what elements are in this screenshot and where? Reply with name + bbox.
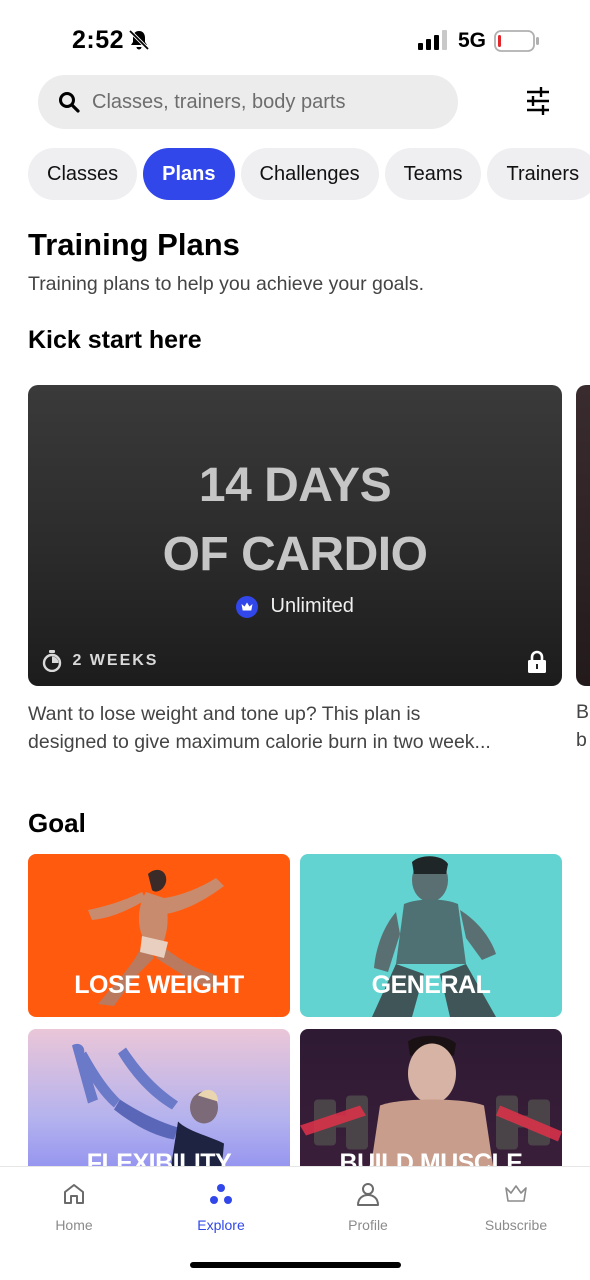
tab-plans[interactable]: Plans <box>143 148 235 200</box>
goal-label-general: GENERAL <box>371 971 491 999</box>
plan-title-line1: 14 DAYS <box>198 459 392 512</box>
goal-label-lose-weight: LOSE WEIGHT <box>74 971 244 999</box>
search-input[interactable] <box>92 75 442 129</box>
nav-subscribe-label: Subscribe <box>484 1217 548 1233</box>
plan-description: Want to lose weight and tone up? This pl… <box>28 700 558 756</box>
category-tabs: Classes Plans Challenges Teams Trainers <box>28 148 590 202</box>
profile-icon <box>357 1183 379 1206</box>
section-heading-goal: Goal <box>28 808 86 838</box>
filter-sliders-icon[interactable] <box>520 84 556 118</box>
tab-teams[interactable]: Teams <box>384 148 482 200</box>
nav-home[interactable]: Home <box>19 1181 129 1233</box>
explore-icon <box>210 1184 232 1204</box>
goal-tile-general[interactable]: GENERAL <box>300 854 562 1017</box>
plan-duration-label: 2 WEEKS <box>72 652 159 669</box>
battery-icon <box>494 30 539 52</box>
home-indicator <box>190 1262 401 1268</box>
unlimited-badge: Unlimited <box>28 595 562 618</box>
goal-tile-flexibility[interactable]: FLEXIBILITY <box>28 1029 290 1179</box>
page-title: Training Plans <box>28 227 240 262</box>
plan-duration: 2 WEEKS <box>42 650 158 672</box>
goal-tile-lose-weight[interactable]: LOSE WEIGHT <box>28 854 290 1017</box>
plan-description-line2: designed to give maximum calorie burn in… <box>28 731 491 753</box>
section-heading-kick-start: Kick start here <box>28 326 202 354</box>
network-type: 5G <box>458 29 487 52</box>
search-icon <box>59 92 80 113</box>
next-plan-card-peek[interactable] <box>576 385 590 686</box>
page-subtitle: Training plans to help you achieve your … <box>28 273 425 295</box>
unlimited-label: Unlimited <box>270 595 354 617</box>
stopwatch-icon <box>42 650 62 672</box>
nav-explore-label: Explore <box>197 1217 245 1233</box>
tab-classes[interactable]: Classes <box>28 148 138 200</box>
crown-badge-icon <box>236 595 259 618</box>
nav-explore[interactable]: Explore <box>166 1181 276 1233</box>
next-plan-desc-peek-1: B <box>576 701 590 723</box>
nav-profile-label: Profile <box>348 1217 388 1233</box>
plan-description-line1: Want to lose weight and tone up? This pl… <box>28 703 421 725</box>
status-bar: 2:52 5G <box>0 0 590 70</box>
tab-trainers[interactable]: Trainers <box>487 148 590 200</box>
search-bar[interactable] <box>38 75 458 129</box>
nav-home-label: Home <box>55 1217 93 1233</box>
lock-icon <box>528 650 546 673</box>
bell-muted-icon <box>128 29 150 51</box>
goal-tile-build-muscle[interactable]: BUILD MUSCLE <box>300 1029 562 1179</box>
status-time: 2:52 <box>72 26 125 54</box>
nav-profile[interactable]: Profile <box>313 1181 423 1233</box>
next-plan-desc-peek-2: b <box>576 729 587 751</box>
crown-icon <box>505 1185 527 1202</box>
tab-challenges[interactable]: Challenges <box>240 148 379 200</box>
plan-title-line2: OF CARDIO <box>162 528 428 581</box>
home-icon <box>64 1184 84 1204</box>
cellular-signal-icon <box>418 30 447 50</box>
nav-subscribe[interactable]: Subscribe <box>461 1181 571 1233</box>
